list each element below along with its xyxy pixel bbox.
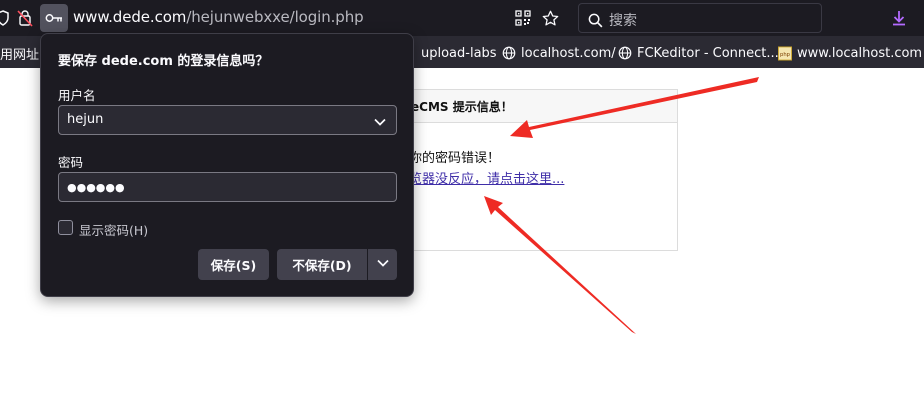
download-icon[interactable]	[890, 8, 908, 28]
password-label: 密码	[58, 155, 84, 170]
url-host: www.dede.com	[73, 8, 187, 26]
username-field[interactable]: hejun	[58, 105, 397, 135]
svg-text:php: php	[780, 52, 791, 58]
bookmark-label: localhost.com/	[521, 45, 616, 61]
bookmark-label: FCKeditor - Connect...	[637, 45, 779, 61]
bookmark-label: www.localhost.com ...	[797, 45, 924, 61]
php-icon: php	[778, 46, 792, 60]
message-box-title: eCMS 提示信息！	[411, 100, 513, 114]
popup-title: 要保存 dede.com 的登录信息吗？	[58, 54, 269, 69]
search-icon	[587, 10, 603, 30]
key-icon[interactable]	[40, 4, 68, 32]
bookmark-item[interactable]: upload-labs	[402, 43, 497, 63]
bookmark-item[interactable]: localhost.com/	[502, 43, 616, 63]
username-label: 用户名	[58, 88, 96, 103]
browser-toolbar: www.dede.com/hejunwebxxe/login.php 搜索	[0, 0, 924, 36]
bookmark-item[interactable]: 用网址	[0, 43, 39, 63]
chevron-down-icon	[376, 255, 390, 274]
show-password-checkbox[interactable]	[58, 220, 73, 235]
save-login-popup: 要保存 dede.com 的登录信息吗？ 用户名 hejun 密码 ●●●●●●…	[40, 33, 414, 297]
bookmark-item[interactable]: FCKeditor - Connect...	[618, 43, 779, 63]
globe-icon	[502, 46, 516, 60]
globe-icon	[618, 46, 632, 60]
username-value: hejun	[67, 112, 104, 127]
redirect-link[interactable]: 览器没反应，请点击这里...	[409, 168, 564, 187]
error-message: 你的密码错误！	[409, 151, 501, 166]
password-value: ●●●●●●	[67, 181, 125, 194]
chevron-down-icon[interactable]	[373, 114, 387, 128]
search-bar[interactable]: 搜索	[578, 3, 822, 33]
show-password-label[interactable]: 显示密码(H)	[79, 220, 148, 239]
dont-save-button[interactable]: 不保存(D)	[277, 249, 367, 280]
password-field[interactable]: ●●●●●●	[58, 172, 397, 202]
dont-save-dropdown-button[interactable]	[367, 249, 397, 280]
save-button[interactable]: 保存(S)	[198, 249, 269, 280]
permissions-blocked-icon[interactable]	[16, 8, 34, 28]
bookmark-label: upload-labs	[421, 45, 497, 61]
bookmark-item[interactable]: php www.localhost.com ...	[778, 43, 924, 63]
bookmark-star-icon[interactable]	[541, 8, 559, 28]
qr-code-icon[interactable]	[514, 8, 532, 28]
message-box: eCMS 提示信息！ 你的密码错误！ 览器没反应，请点击这里...	[370, 89, 678, 251]
search-placeholder: 搜索	[609, 13, 637, 29]
address-bar-url[interactable]: www.dede.com/hejunwebxxe/login.php	[73, 8, 364, 26]
bookmark-label: 用网址	[0, 47, 40, 63]
shield-icon[interactable]	[0, 8, 10, 28]
url-path: /hejunwebxxe/login.php	[186, 8, 364, 26]
